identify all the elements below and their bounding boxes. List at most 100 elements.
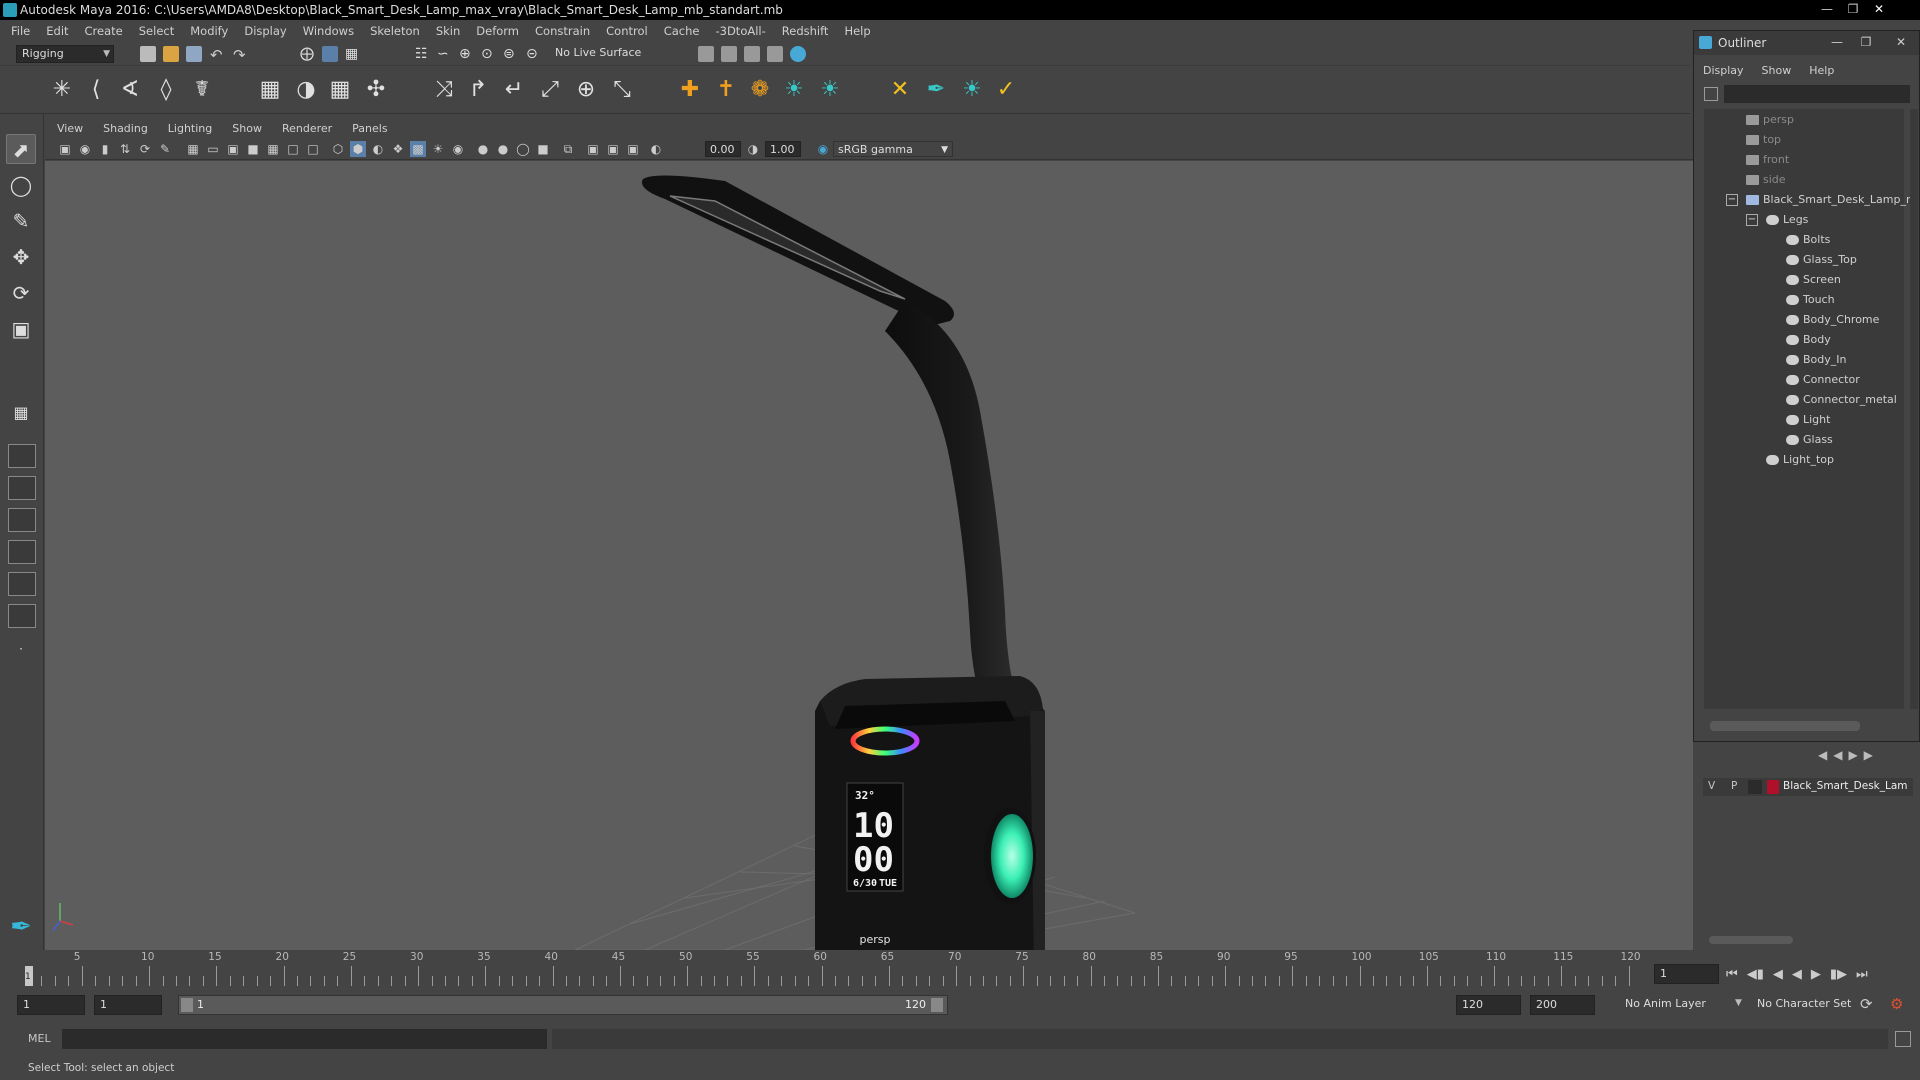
current-frame-field[interactable]: 1: [1654, 964, 1719, 984]
wireframe-on-shaded-icon[interactable]: ❖: [390, 141, 406, 157]
layer-editor-icons[interactable]: ◀◀▶▶: [1818, 748, 1913, 764]
menu-windows[interactable]: Windows: [295, 20, 362, 42]
expand-toggle-icon[interactable]: −: [1726, 194, 1738, 206]
menu-display[interactable]: Display: [236, 20, 294, 42]
outliner-filter-icon[interactable]: [1704, 87, 1718, 101]
gamma-icon[interactable]: ◑: [745, 141, 761, 157]
time-slider[interactable]: 5 10 15 20 25 30 35 40 45 50 55 60 65 70 75 80 85 90 95 100…: [0, 950, 1920, 986]
playback-end-field[interactable]: 120: [1456, 995, 1521, 1015]
panel-menu-lighting[interactable]: Lighting: [158, 120, 222, 138]
menu-set-dropdown[interactable]: Rigging ▼: [16, 45, 114, 63]
scale-constraint-icon[interactable]: ⤢: [536, 76, 564, 104]
menu-select[interactable]: Select: [131, 20, 182, 42]
outliner-item[interactable]: Light_top: [1766, 451, 1834, 469]
menu-redshift[interactable]: Redshift: [774, 20, 837, 42]
xray-joints-icon[interactable]: ▣: [605, 141, 621, 157]
scale-tool-icon[interactable]: ▣: [6, 314, 36, 344]
outliner-h-scroll-thumb[interactable]: [1710, 721, 1860, 731]
isolate-select-icon[interactable]: ⧉: [560, 141, 576, 157]
lattice-icon[interactable]: ▦: [326, 76, 354, 104]
layer-playback-toggle[interactable]: P: [1731, 780, 1737, 792]
range-slider[interactable]: 1 120: [178, 995, 948, 1015]
outliner-maximize-icon[interactable]: ❐: [1854, 34, 1878, 51]
rotate-tool-icon[interactable]: ⟳: [6, 278, 36, 308]
outliner-menu-show[interactable]: Show: [1753, 64, 1801, 77]
outliner-item[interactable]: Connector: [1786, 371, 1860, 389]
view-transform-dropdown[interactable]: sRGB gamma ▼: [833, 141, 953, 157]
xray-components-icon[interactable]: ▣: [625, 141, 641, 157]
menu-control[interactable]: Control: [598, 20, 656, 42]
grease-pencil-icon[interactable]: ✎: [157, 141, 173, 157]
menu-3dtoall[interactable]: -3DtoAll-: [707, 20, 773, 42]
depth-of-field-icon[interactable]: ■: [535, 141, 551, 157]
insert-joint-icon[interactable]: ◊: [152, 76, 180, 104]
hide-joint-icon[interactable]: ✕: [886, 76, 914, 104]
image-plane-icon[interactable]: ⇅: [117, 141, 133, 157]
parent-constraint-icon[interactable]: ⤨: [430, 76, 458, 104]
anim-layer-dropdown[interactable]: No Anim Layer: [1620, 995, 1740, 1015]
layer-name[interactable]: Black_Smart_Desk_Lam: [1783, 780, 1908, 792]
playback-start-field[interactable]: 1: [94, 995, 162, 1015]
paint-weights-icon[interactable]: ◑: [292, 76, 320, 104]
mirror-joint-icon[interactable]: ☤: [188, 76, 216, 104]
select-hierarchy-icon[interactable]: ⨁: [300, 46, 316, 62]
pole-vector-icon[interactable]: ⤡: [608, 76, 636, 104]
bind-skin-icon[interactable]: ▦: [256, 76, 284, 104]
go-to-end-icon[interactable]: ⏭: [1856, 967, 1868, 982]
minimize-icon[interactable]: —: [1815, 1, 1839, 18]
snap-view-icon[interactable]: ⊙: [481, 46, 497, 62]
script-language-label[interactable]: MEL: [28, 1032, 51, 1045]
layer-type-toggle[interactable]: [1748, 780, 1762, 794]
camera-attributes-icon[interactable]: ◉: [77, 141, 93, 157]
select-camera-icon[interactable]: ▣: [57, 141, 73, 157]
panel-menu-shading[interactable]: Shading: [93, 120, 158, 138]
outliner-item[interactable]: Touch: [1786, 291, 1835, 309]
color-management-icon[interactable]: ◉: [815, 141, 831, 157]
snap-curve-icon[interactable]: ∽: [437, 46, 453, 62]
multisample-aa-icon[interactable]: ◯: [515, 141, 531, 157]
grid-toggle-icon[interactable]: ▦: [185, 141, 201, 157]
layout-single-icon[interactable]: ▦: [6, 398, 36, 428]
layout-more-icon[interactable]: ·: [6, 634, 36, 664]
outliner-item[interactable]: Connector_metal: [1786, 391, 1897, 409]
layer-row[interactable]: V P Black_Smart_Desk_Lam: [1703, 778, 1913, 796]
panel-menu-panels[interactable]: Panels: [342, 120, 397, 138]
character-set-dropdown[interactable]: No Character Set: [1752, 995, 1867, 1015]
animation-end-field[interactable]: 200: [1530, 995, 1595, 1015]
render-settings-icon[interactable]: [744, 46, 760, 62]
default-material-icon[interactable]: ◐: [370, 141, 386, 157]
menu-edit[interactable]: Edit: [38, 20, 76, 42]
aim-constraint-icon[interactable]: ⊕: [572, 76, 600, 104]
live-surface-field[interactable]: No Live Surface: [550, 45, 642, 63]
curve-control-icon[interactable]: ✝: [712, 76, 740, 104]
bookmark-icon[interactable]: ▮: [97, 141, 113, 157]
outliner-item[interactable]: front: [1746, 151, 1789, 169]
snap-vertex-icon[interactable]: ⊝: [526, 46, 542, 62]
outliner-minimize-icon[interactable]: —: [1825, 34, 1849, 51]
menu-constrain[interactable]: Constrain: [527, 20, 598, 42]
outliner-close-icon[interactable]: ✕: [1889, 34, 1913, 51]
layer-h-scroll-thumb[interactable]: [1709, 936, 1793, 944]
outliner-search-field[interactable]: [1724, 85, 1910, 103]
outliner-item[interactable]: Screen: [1786, 271, 1841, 289]
xray-icon[interactable]: ▣: [585, 141, 601, 157]
exposure-icon[interactable]: ◐: [648, 141, 664, 157]
layout-two-side-icon[interactable]: [8, 476, 36, 500]
safe-action-icon[interactable]: □: [285, 141, 301, 157]
layout-four-view-icon[interactable]: [8, 444, 36, 468]
gamma-field[interactable]: 1.00: [765, 141, 801, 157]
render-view-icon[interactable]: [790, 46, 806, 62]
check-tool-icon[interactable]: ✓: [992, 76, 1020, 104]
textured-icon[interactable]: ▩: [410, 141, 426, 157]
snap-point-icon[interactable]: ⊕: [459, 46, 475, 62]
panel-menu-show[interactable]: Show: [222, 120, 272, 138]
layout-graph-persp-icon[interactable]: [8, 572, 36, 596]
range-start-handle[interactable]: [181, 998, 193, 1012]
layer-color-swatch[interactable]: [1767, 780, 1779, 794]
skin-tool-icon[interactable]: ✒: [922, 76, 950, 104]
play-forward-icon[interactable]: ▶: [1811, 967, 1821, 982]
locator-icon[interactable]: ✚: [676, 76, 704, 104]
layer-visibility-toggle[interactable]: V: [1708, 780, 1715, 792]
layout-outliner-persp-icon[interactable]: [8, 540, 36, 564]
snap-surface-icon[interactable]: ⊜: [503, 46, 519, 62]
